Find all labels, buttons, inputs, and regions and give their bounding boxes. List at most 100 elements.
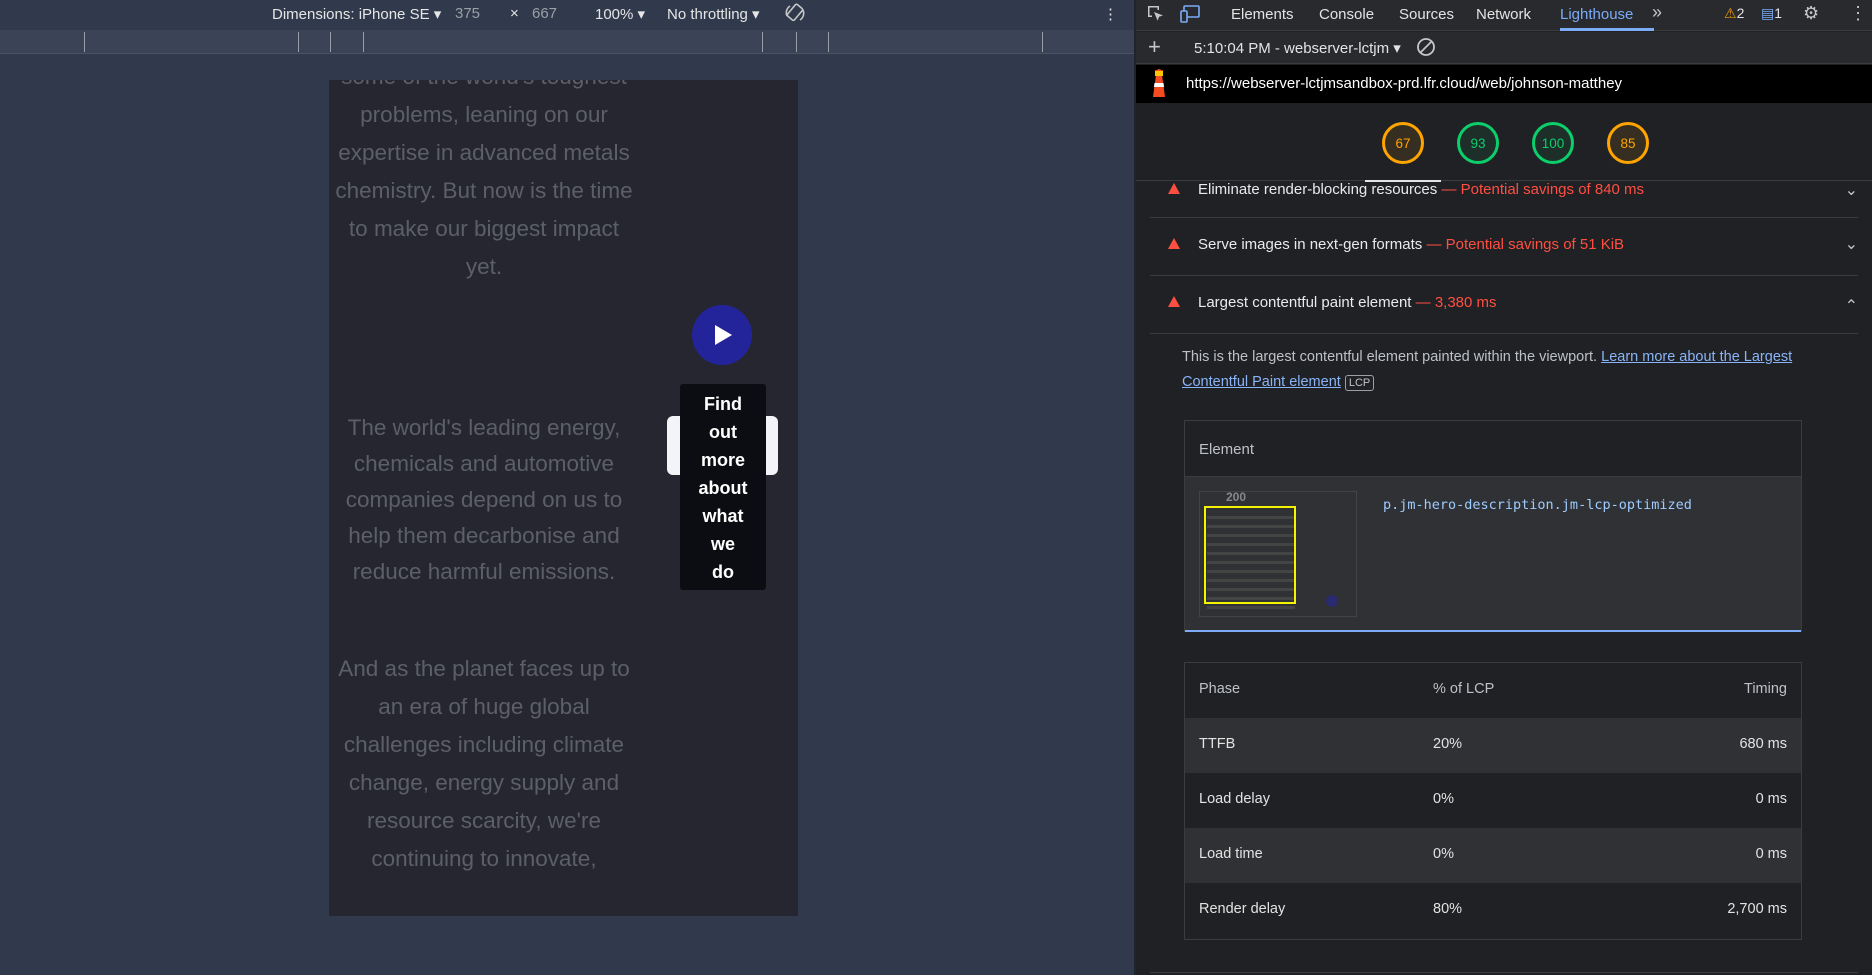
device-toggle-icon[interactable] [1180,4,1202,29]
clear-reports-icon[interactable] [1416,37,1436,61]
active-tab-indicator [1560,28,1654,31]
messages-count: 1 [1774,5,1783,21]
dimensions-select[interactable]: Dimensions: iPhone SE ▾ [272,5,441,23]
lcp-badge: LCP [1344,375,1375,391]
zoom-label: 100% [595,6,634,23]
lcp-phase-table: Phase % of LCP Timing TTFB 20% 680 ms Lo… [1184,662,1802,940]
element-screenshot-thumbnail[interactable]: 200 [1199,491,1357,617]
message-icon: ▤ [1761,5,1775,21]
lcp-description-text: This is the largest contentful element p… [1182,349,1598,365]
phase-pct: 80% [1433,901,1463,917]
cta-word: what [702,506,744,526]
inspect-element-icon[interactable] [1146,4,1166,29]
more-tabs-icon[interactable]: » [1652,2,1662,23]
header-pct: % of LCP [1433,681,1495,697]
more-options-icon[interactable]: ⋮ [1103,5,1118,23]
settings-gear-icon[interactable]: ⚙ [1803,3,1819,24]
emulated-page-viewport: some of the world's toughest problems, l… [329,80,798,916]
warnings-count: 2 [1736,5,1745,21]
cta-word: out [709,422,737,442]
audit-next-gen-images[interactable]: Serve images in next-gen formats — Poten… [1150,218,1858,276]
table-row: Load time 0% 0 ms [1185,828,1801,883]
score-gauge-accessibility[interactable]: 93 [1457,122,1499,164]
device-emulation-area: Dimensions: iPhone SE ▾ 375 × 667 100% ▾… [0,0,1134,975]
lighthouse-toolbar: + 5:10:04 PM - webserver-lctjm ▾ [1136,32,1872,64]
audit-lcp-element[interactable]: Largest contentful paint element — 3,380… [1150,276,1858,334]
messages-badge[interactable]: ▤1 [1761,5,1782,22]
score-gauge-best-practices[interactable]: 100 [1532,122,1574,164]
cta-word: about [698,478,748,498]
audit-title: Eliminate render-blocking resources [1198,181,1438,198]
phase-name: Render delay [1199,901,1286,917]
zoom-select[interactable]: 100% ▾ [595,5,645,23]
phase-timing: 2,700 ms [1727,901,1787,917]
fail-triangle-icon [1168,238,1180,249]
play-button[interactable] [692,305,752,365]
throttling-label: No throttling [667,6,748,23]
fail-triangle-icon [1168,183,1180,194]
report-select[interactable]: 5:10:04 PM - webserver-lctjm ▾ [1194,39,1401,57]
cta-word: more [700,450,745,470]
element-table-header: Element [1185,421,1801,477]
tab-elements[interactable]: Elements [1231,6,1294,23]
score-gauge-seo[interactable]: 85 [1607,122,1649,164]
chevron-up-icon[interactable]: ⌃ [1845,296,1858,316]
phase-name: Load delay [1199,791,1270,807]
chevron-down-icon: ▾ [637,6,646,23]
phase-timing: 0 ms [1755,846,1787,862]
phase-timing: 0 ms [1755,791,1787,807]
dimensions-label: Dimensions: iPhone SE [272,6,430,23]
times-label: × [510,5,519,22]
phase-name: Load time [1199,846,1263,862]
rotate-icon[interactable] [784,2,806,28]
header-timing: Timing [1744,681,1787,697]
audit-savings: — Potential savings of 840 ms [1441,181,1645,198]
divider [1150,972,1858,973]
hero-paragraph-1: some of the world's toughest problems, l… [335,80,633,279]
phase-pct: 0% [1433,846,1454,862]
tab-network[interactable]: Network [1476,6,1531,23]
height-input[interactable]: 667 [532,5,557,22]
cta-word: do [712,562,734,582]
find-out-more-button[interactable]: Find out more about what we do [680,384,766,590]
devtools-panel: Elements Console Sources Network Lightho… [1136,0,1872,975]
tab-sources[interactable]: Sources [1399,6,1454,23]
element-row[interactable]: 200 p.jm-hero-description.jm-lcp-optimiz… [1185,477,1801,632]
phase-pct: 20% [1433,736,1463,752]
phase-name: TTFB [1199,736,1236,752]
table-row: Load delay 0% 0 ms [1185,773,1801,828]
thumb-title: 200 [1226,491,1247,504]
device-toolbar: Dimensions: iPhone SE ▾ 375 × 667 100% ▾… [0,0,1134,30]
warning-icon: ⚠ [1724,5,1737,21]
score-gauge-performance[interactable]: 67 [1382,122,1424,164]
devtools-tabbar: Elements Console Sources Network Lightho… [1136,0,1872,31]
thumb-play-dot [1326,595,1338,607]
chevron-down-icon: ▾ [1393,40,1401,57]
header-phase: Phase [1199,681,1241,697]
tab-console[interactable]: Console [1319,6,1374,23]
warnings-badge[interactable]: ⚠2 [1724,5,1744,22]
element-selector[interactable]: p.jm-hero-description.jm-lcp-optimized [1383,497,1692,513]
hero-paragraph-2: The world's leading energy, chemicals an… [345,415,623,584]
chevron-down-icon[interactable]: ⌄ [1845,180,1858,200]
cta-word: Find [704,394,742,414]
audit-title: Largest contentful paint element [1198,294,1412,311]
audit-title: Serve images in next-gen formats [1198,236,1423,253]
lcp-description: This is the largest contentful element p… [1182,345,1842,395]
tab-lighthouse[interactable]: Lighthouse [1560,6,1633,23]
lcp-highlight-box [1204,506,1296,604]
audit-render-blocking[interactable]: Eliminate render-blocking resources — Po… [1150,170,1858,218]
throttling-select[interactable]: No throttling ▾ [667,5,760,23]
chevron-down-icon[interactable]: ⌄ [1845,234,1858,254]
new-report-plus-icon[interactable]: + [1148,34,1161,60]
fail-triangle-icon [1168,296,1180,307]
phase-timing: 680 ms [1739,736,1787,752]
width-input[interactable]: 375 [455,5,480,22]
devtools-menu-icon[interactable]: ⋮ [1849,3,1867,24]
cta-word: we [710,534,735,554]
report-time-label: 5:10:04 PM - webserver-lctjm [1194,40,1390,57]
lcp-element-table: Element 200 p.jm-hero-description.jm-lcp… [1184,420,1802,632]
audit-savings: — 3,380 ms [1415,294,1497,311]
phase-pct: 0% [1433,791,1454,807]
hero-paragraph-3: And as the planet faces up to an era of … [338,656,630,871]
